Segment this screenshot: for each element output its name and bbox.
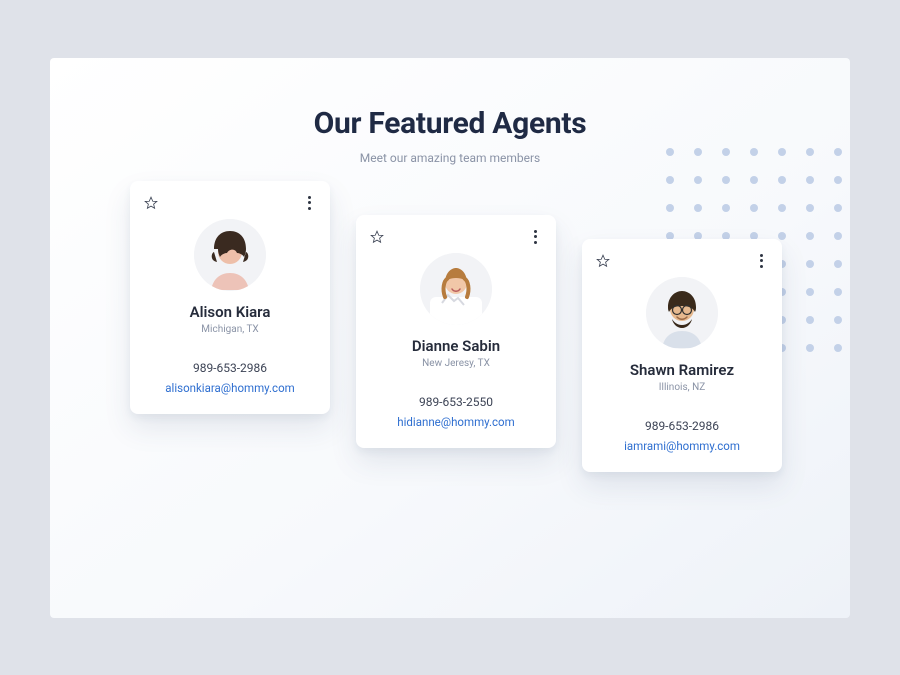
more-vertical-icon[interactable] xyxy=(528,229,542,245)
agent-location: Illinois, NZ xyxy=(596,382,768,393)
page-subtitle: Meet our amazing team members xyxy=(50,151,850,165)
star-icon[interactable] xyxy=(144,196,158,210)
agent-email-link[interactable]: iamrami@hommy.com xyxy=(624,439,740,453)
avatar xyxy=(646,277,718,349)
agent-name: Alison Kiara xyxy=(144,303,316,321)
agent-email-link[interactable]: hidianne@hommy.com xyxy=(397,415,514,429)
avatar xyxy=(194,219,266,291)
star-icon[interactable] xyxy=(596,254,610,268)
agent-email-link[interactable]: alisonkiara@hommy.com xyxy=(165,381,294,395)
agent-cards-container: Alison Kiara Michigan, TX 989-653-2986 a… xyxy=(50,181,850,581)
agent-phone: 989-653-2986 xyxy=(596,419,768,433)
agent-contact: 989-653-2986 alisonkiara@hommy.com xyxy=(144,361,316,396)
section-header: Our Featured Agents Meet our amazing tea… xyxy=(50,58,850,165)
agent-phone: 989-653-2986 xyxy=(144,361,316,375)
agent-card: Shawn Ramirez Illinois, NZ 989-653-2986 … xyxy=(582,239,782,472)
agent-card: Dianne Sabin New Jeresy, TX 989-653-2550… xyxy=(356,215,556,448)
avatar xyxy=(420,253,492,325)
agent-contact: 989-653-2986 iamrami@hommy.com xyxy=(596,419,768,454)
agent-location: Michigan, TX xyxy=(144,324,316,335)
star-icon[interactable] xyxy=(370,230,384,244)
agent-phone: 989-653-2550 xyxy=(370,395,542,409)
more-vertical-icon[interactable] xyxy=(302,195,316,211)
agent-card: Alison Kiara Michigan, TX 989-653-2986 a… xyxy=(130,181,330,414)
canvas: Our Featured Agents Meet our amazing tea… xyxy=(50,58,850,618)
more-vertical-icon[interactable] xyxy=(754,253,768,269)
agent-location: New Jeresy, TX xyxy=(370,358,542,369)
agent-name: Dianne Sabin xyxy=(370,337,542,355)
page-title: Our Featured Agents xyxy=(50,106,850,141)
agent-name: Shawn Ramirez xyxy=(596,361,768,379)
agent-contact: 989-653-2550 hidianne@hommy.com xyxy=(370,395,542,430)
